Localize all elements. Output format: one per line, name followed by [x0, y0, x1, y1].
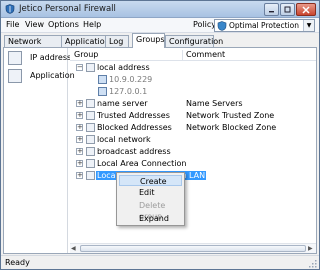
tree-row[interactable]: + name server Name Servers — [70, 99, 316, 109]
tree-label: 10.9.0.229 — [109, 75, 153, 84]
policy-dropdown[interactable]: Optimal Protection ▼ — [214, 19, 315, 32]
context-menu-expand[interactable]: Expand — [119, 213, 182, 224]
tree-label: Local Area Connection — [97, 159, 187, 168]
expand-toggle[interactable]: + — [76, 148, 83, 155]
tree-label: Trusted Addresses — [97, 111, 170, 120]
tab-applications[interactable]: Applications — [61, 35, 114, 47]
expand-toggle[interactable]: + — [76, 112, 83, 119]
group-icon — [86, 123, 95, 132]
chevron-down-icon[interactable]: ▼ — [303, 20, 314, 31]
collapse-toggle[interactable]: − — [76, 64, 83, 71]
tree-comment: Name Servers — [186, 99, 243, 108]
tree-label: local address — [97, 63, 150, 72]
menu-bar: File View Options Help Policy: Optimal P… — [1, 18, 319, 33]
scroll-left-icon[interactable]: ◀ — [71, 245, 79, 253]
status-bar: Ready — [1, 255, 319, 269]
column-header: Group Comment — [70, 48, 316, 61]
policy-shield-icon — [217, 21, 227, 31]
tab-groups[interactable]: Groups — [132, 33, 165, 48]
policy-value: Optimal Protection — [229, 21, 300, 30]
tree-label: name server — [97, 99, 148, 108]
group-tree: Group Comment − local address 10.9.0.229… — [70, 48, 316, 253]
tree-row[interactable]: + local network — [70, 135, 316, 145]
tab-configuration[interactable]: Configuration — [165, 35, 223, 47]
left-item-ip-address[interactable]: IP address — [8, 50, 71, 68]
group-icon — [86, 99, 95, 108]
tree-row[interactable]: + Local Area Connection — [70, 159, 316, 169]
status-text: Ready — [5, 258, 30, 267]
expand-toggle[interactable]: + — [76, 100, 83, 107]
scrollbar-thumb[interactable] — [80, 245, 306, 252]
minimize-button[interactable] — [264, 3, 279, 16]
column-divider[interactable] — [182, 50, 183, 60]
tree-row[interactable]: + Blocked Addresses Network Blocked Zone — [70, 123, 316, 133]
tree-row[interactable]: 127.0.0.1 — [70, 87, 316, 97]
column-group[interactable]: Group — [74, 50, 98, 59]
title-bar: Jetico Personal Firewall — [1, 1, 319, 18]
context-menu-edit[interactable]: Edit — [119, 187, 182, 198]
group-icon — [86, 63, 95, 72]
expand-toggle[interactable]: + — [76, 124, 83, 131]
app-shield-icon — [5, 4, 15, 14]
horizontal-scrollbar[interactable]: ◀ ▶ — [70, 243, 316, 253]
menu-view[interactable]: View — [25, 20, 44, 29]
tree-label: 127.0.0.1 — [109, 87, 148, 96]
tree-label: broadcast address — [97, 147, 171, 156]
left-item-label: Application — [30, 71, 75, 80]
group-icon — [86, 111, 95, 120]
computer-icon — [98, 75, 107, 84]
expand-toggle[interactable]: + — [76, 172, 83, 179]
context-menu-delete-group[interactable]: Delete group — [119, 200, 182, 221]
application-icon — [8, 69, 22, 83]
close-button[interactable] — [296, 3, 316, 16]
group-icon — [86, 171, 95, 180]
expand-toggle[interactable]: + — [76, 136, 83, 143]
minimize-icon — [269, 11, 274, 13]
menu-options[interactable]: Options — [48, 20, 79, 29]
group-type-list: IP address Application — [4, 48, 75, 253]
menu-help[interactable]: Help — [83, 20, 101, 29]
tree-row[interactable]: + broadcast address — [70, 147, 316, 157]
group-icon — [86, 147, 95, 156]
tree-label: local network — [97, 135, 151, 144]
column-comment[interactable]: Comment — [186, 50, 225, 59]
tree-row-selected[interactable]: + Local Area Connection LAN — [70, 171, 316, 181]
app-window: Jetico Personal Firewall File View Optio… — [0, 0, 320, 270]
tree-label: Blocked Addresses — [97, 123, 172, 132]
computer-icon — [98, 87, 107, 96]
maximize-button[interactable] — [280, 3, 295, 16]
expand-toggle[interactable]: + — [76, 160, 83, 167]
tree-row[interactable]: − local address — [70, 63, 316, 73]
group-icon — [86, 135, 95, 144]
window-title: Jetico Personal Firewall — [19, 4, 116, 14]
tree-row[interactable]: 10.9.0.229 — [70, 75, 316, 85]
tree-row[interactable]: + Trusted Addresses Network Trusted Zone — [70, 111, 316, 121]
tab-bar: Network traffic Applications Log Groups … — [1, 33, 319, 57]
left-item-application[interactable]: Application — [8, 68, 75, 86]
context-menu: Create Edit Delete group Expand — [116, 172, 185, 226]
menu-file[interactable]: File — [6, 20, 19, 29]
close-icon — [302, 5, 310, 14]
tree-comment: Network Blocked Zone — [186, 123, 277, 132]
maximize-icon — [284, 6, 291, 13]
context-menu-create[interactable]: Create — [119, 175, 182, 186]
tree-comment: Network Trusted Zone — [186, 111, 275, 120]
scroll-right-icon[interactable]: ▶ — [308, 245, 316, 253]
group-icon — [86, 159, 95, 168]
resize-grip-icon[interactable] — [308, 259, 317, 268]
tab-log[interactable]: Log — [105, 35, 129, 47]
tab-network-traffic[interactable]: Network traffic — [4, 35, 62, 57]
left-item-label: IP address — [30, 53, 72, 62]
ip-address-icon — [8, 51, 22, 65]
